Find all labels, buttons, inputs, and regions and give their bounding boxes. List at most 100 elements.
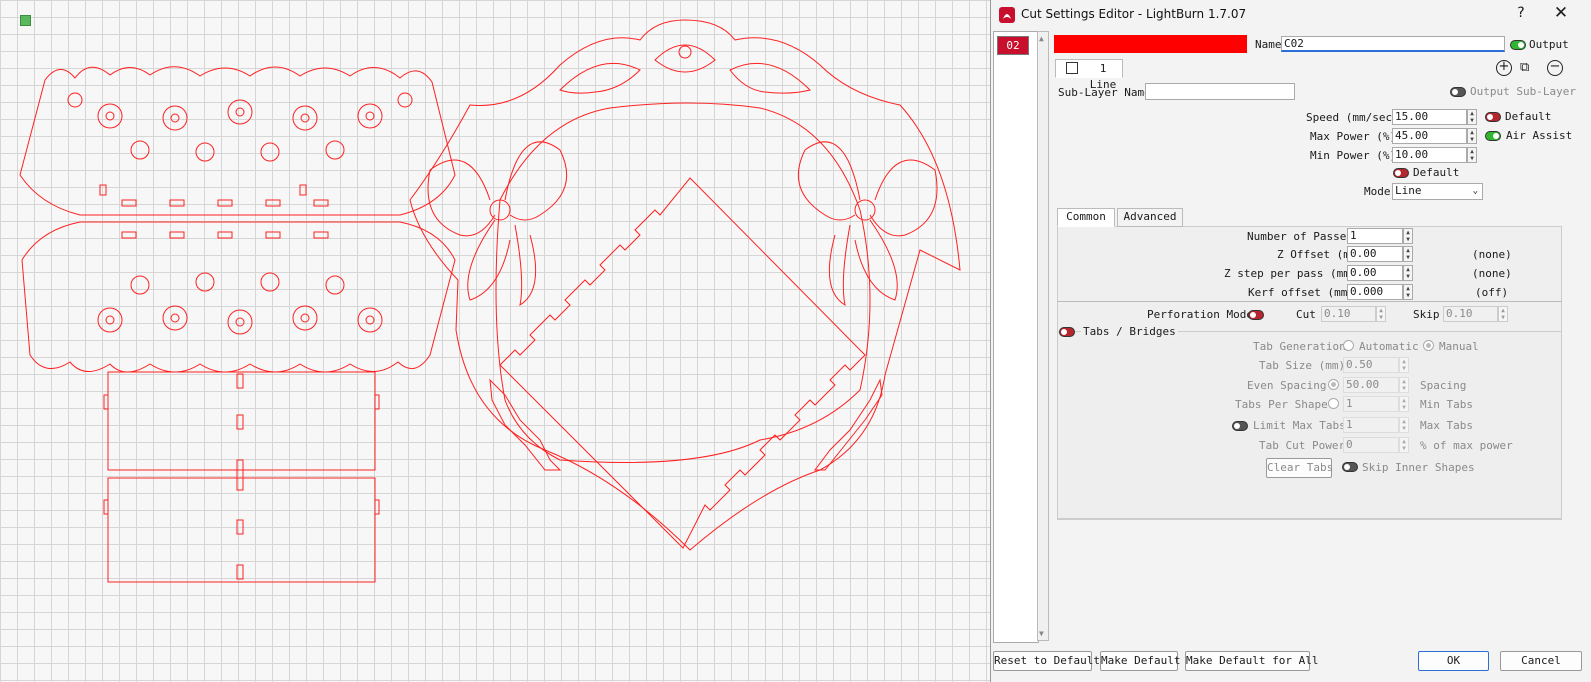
output-toggle[interactable]	[1510, 40, 1526, 50]
tab-size-spinner[interactable]: ▲ ▼	[1399, 357, 1409, 373]
even-spacing-spinner[interactable]: ▲ ▼	[1399, 377, 1409, 393]
sublayer-checkbox[interactable]	[1066, 62, 1078, 74]
kerf-spinner[interactable]: ▲ ▼	[1403, 284, 1413, 300]
name-label: Name	[1255, 38, 1282, 51]
cancel-button[interactable]: Cancel	[1500, 651, 1582, 671]
sublayer-name-input[interactable]	[1145, 83, 1295, 100]
cut-settings-dialog: Cut Settings Editor - LightBurn 1.7.07 ?…	[990, 0, 1591, 682]
heart-bows	[427, 141, 938, 307]
tabs-per-shape-input[interactable]: 1	[1343, 396, 1399, 412]
z-offset-spinner[interactable]: ▲ ▼	[1403, 246, 1413, 262]
tab-size-input[interactable]: 0.50	[1343, 357, 1399, 373]
even-spacing-radio[interactable]	[1328, 379, 1339, 390]
min-power-default-toggle[interactable]	[1393, 168, 1409, 178]
perforation-cut-label: Cut	[1296, 308, 1316, 321]
layer-list[interactable]: 02	[993, 31, 1039, 643]
limit-max-tabs-toggle[interactable]	[1232, 421, 1248, 431]
lightburn-app-icon	[999, 7, 1015, 23]
manual-radio[interactable]	[1423, 340, 1434, 351]
limit-max-tabs-input[interactable]: 1	[1343, 417, 1399, 433]
min-power-input[interactable]: 10.00	[1392, 147, 1467, 163]
z-step-spinner[interactable]: ▲ ▼	[1403, 265, 1413, 281]
make-default-button[interactable]: Make Default	[1100, 651, 1180, 671]
sublayer-tab-1-line[interactable]: 1 Line	[1055, 59, 1123, 91]
skip-inner-shapes-label: Skip Inner Shapes	[1362, 461, 1475, 474]
clear-tabs-button[interactable]: Clear Tabs	[1266, 458, 1333, 478]
perforation-skip-spinner[interactable]: ▲ ▼	[1498, 306, 1508, 322]
tab-cut-power-input[interactable]: 0	[1343, 437, 1399, 453]
tabs-per-shape-radio[interactable]	[1328, 398, 1339, 409]
air-assist-label: Air Assist	[1506, 129, 1573, 142]
design-canvas[interactable]	[0, 0, 1000, 682]
heart-top-ornaments	[559, 44, 811, 94]
perforation-toggle[interactable]	[1248, 310, 1264, 320]
output-label: Output	[1529, 38, 1569, 51]
reset-to-default-button[interactable]: Reset to Default	[993, 651, 1100, 671]
make-default-for-all-button[interactable]: Make Default for All	[1185, 651, 1318, 671]
output-sublayer-label: Output Sub-Layer	[1470, 85, 1576, 98]
scroll-down-arrow-icon[interactable]: ▼	[1039, 629, 1044, 638]
limit-max-tabs-spinner[interactable]: ▲ ▼	[1399, 417, 1409, 433]
speed-default-label: Default	[1505, 110, 1552, 123]
perforation-cut-spinner[interactable]: ▲ ▼	[1376, 306, 1386, 322]
layer-chip-02[interactable]: 02	[997, 36, 1029, 55]
passes-spinner[interactable]: ▲ ▼	[1403, 228, 1413, 244]
max-power-input[interactable]: 45.00	[1392, 128, 1467, 144]
box-tabs	[103, 373, 380, 580]
skip-inner-shapes-toggle[interactable]	[1342, 462, 1358, 472]
tabs-bridges-label: Tabs / Bridges	[1081, 325, 1178, 338]
z-step-label: Z step per pass (mm)	[1224, 267, 1357, 280]
speed-spinner[interactable]: ▲ ▼	[1467, 109, 1477, 125]
even-spacing-input[interactable]: 50.00	[1343, 377, 1399, 393]
window-title: Cut Settings Editor - LightBurn 1.7.07	[1021, 7, 1247, 21]
basket-bottom-flowers	[97, 231, 383, 335]
min-power-spinner[interactable]: ▲ ▼	[1467, 147, 1477, 163]
z-offset-input[interactable]: 0.00	[1347, 246, 1403, 262]
mode-label: Mode	[1364, 185, 1391, 198]
perforation-mode-label: Perforation Mode	[1147, 308, 1253, 321]
layer-color-swatch[interactable]	[1054, 35, 1247, 53]
basket-top-panel	[19, 66, 456, 216]
output-sublayer-toggle[interactable]	[1450, 87, 1466, 97]
copy-sublayer-icon[interactable]: ⧉	[1520, 60, 1536, 76]
scroll-up-arrow-icon[interactable]: ▲	[1039, 34, 1044, 43]
ok-button[interactable]: OK	[1418, 651, 1489, 671]
layer-name-input[interactable]: C02	[1281, 36, 1505, 52]
max-power-spinner[interactable]: ▲ ▼	[1467, 128, 1477, 144]
title-bar[interactable]: Cut Settings Editor - LightBurn 1.7.07 ?…	[991, 0, 1591, 30]
tab-size-label: Tab Size (mm)	[1259, 359, 1346, 372]
diamond-side-strip	[489, 378, 562, 471]
max-tabs-label: Max Tabs	[1420, 419, 1473, 432]
remove-sublayer-minus-icon[interactable]: −	[1547, 60, 1563, 76]
speed-input[interactable]: 15.00	[1392, 109, 1467, 125]
design-artwork[interactable]	[0, 0, 990, 682]
heart-frame-outer	[409, 19, 961, 551]
passes-input[interactable]: 1	[1347, 228, 1403, 244]
divider	[1057, 301, 1562, 302]
tab-advanced[interactable]: Advanced	[1117, 208, 1183, 227]
basket-bottom-panel	[21, 221, 456, 373]
close-button[interactable]: ✕	[1546, 3, 1576, 25]
tab-common[interactable]: Common	[1057, 208, 1115, 227]
tab-cut-power-spinner[interactable]: ▲ ▼	[1399, 437, 1409, 453]
perforation-skip-label: Skip	[1413, 308, 1440, 321]
perforation-cut-input[interactable]: 0.10	[1321, 306, 1376, 322]
kerf-note: (off)	[1475, 286, 1509, 299]
limit-max-tabs-label: Limit Max Tabs	[1253, 419, 1346, 432]
diamond-side-strip-right	[814, 378, 883, 471]
speed-default-toggle[interactable]	[1485, 112, 1501, 122]
layer-list-scrollbar[interactable]: ▲ ▼	[1037, 31, 1049, 641]
perforation-skip-input[interactable]: 0.10	[1443, 306, 1498, 322]
z-step-input[interactable]: 0.00	[1347, 265, 1403, 281]
tab-generation-label: Tab Generation	[1253, 340, 1346, 353]
tabs-bridges-toggle[interactable]	[1059, 327, 1075, 337]
min-tabs-label: Min Tabs	[1420, 398, 1473, 411]
air-assist-toggle[interactable]	[1485, 131, 1501, 141]
automatic-radio[interactable]	[1343, 340, 1354, 351]
kerf-input[interactable]: 0.000	[1347, 284, 1403, 300]
help-button[interactable]: ?	[1511, 5, 1531, 25]
mode-select[interactable]: Line ⌄	[1392, 183, 1483, 200]
spacing-label: Spacing	[1420, 379, 1467, 392]
tabs-per-shape-spinner[interactable]: ▲ ▼	[1399, 396, 1409, 412]
add-sublayer-plus-icon[interactable]: +	[1496, 60, 1512, 76]
